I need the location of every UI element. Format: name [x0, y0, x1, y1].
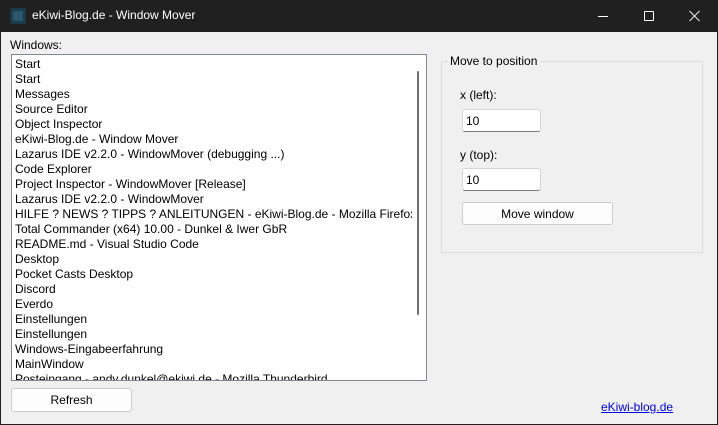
- list-item[interactable]: Lazarus IDE v2.2.0 - WindowMover: [15, 192, 412, 207]
- list-item[interactable]: Windows-Eingabeerfahrung: [15, 342, 412, 357]
- list-item[interactable]: Discord: [15, 282, 412, 297]
- maximize-button[interactable]: [626, 0, 672, 32]
- title-bar: eKiwi-Blog.de - Window Mover: [0, 0, 718, 32]
- list-item[interactable]: Pocket Casts Desktop: [15, 267, 412, 282]
- y-top-input[interactable]: [462, 168, 541, 191]
- list-item[interactable]: Project Inspector - WindowMover [Release…: [15, 177, 412, 192]
- list-item[interactable]: Start: [15, 57, 412, 72]
- list-item[interactable]: Everdo: [15, 297, 412, 312]
- list-item[interactable]: Desktop: [15, 252, 412, 267]
- list-item[interactable]: Code Explorer: [15, 162, 412, 177]
- group-title: Move to position: [447, 54, 541, 68]
- client-area: Windows: Start Start Messages Source Editor…: [1, 32, 717, 424]
- list-item[interactable]: Total Commander (x64) 10.00 - Dunkel & I…: [15, 222, 412, 237]
- move-to-position-group: Move to position x (left): y (top): Move…: [441, 54, 703, 253]
- app-icon: [10, 8, 26, 24]
- window-title: eKiwi-Blog.de - Window Mover: [32, 8, 196, 22]
- list-item[interactable]: Einstellungen: [15, 327, 412, 342]
- minimize-button[interactable]: [580, 0, 626, 32]
- close-icon: [689, 10, 701, 22]
- windows-list-items: Start Start Messages Source Editor Object In…: [15, 57, 412, 380]
- list-item[interactable]: Source Editor: [15, 102, 412, 117]
- maximize-icon: [644, 11, 654, 21]
- list-item[interactable]: eKiwi-Blog.de - Window Mover: [15, 132, 412, 147]
- move-window-button[interactable]: Move window: [462, 202, 613, 225]
- close-button[interactable]: [672, 0, 718, 32]
- list-item[interactable]: README.md - Visual Studio Code: [15, 237, 412, 252]
- list-item[interactable]: Object Inspector: [15, 117, 412, 132]
- refresh-button[interactable]: Refresh: [11, 388, 132, 412]
- x-left-label: x (left):: [460, 88, 497, 102]
- y-top-label: y (top):: [460, 148, 498, 162]
- list-item[interactable]: Posteingang - andy.dunkel@ekiwi.de - Moz…: [15, 372, 412, 380]
- minimize-icon: [598, 15, 608, 17]
- list-item[interactable]: Lazarus IDE v2.2.0 - WindowMover (debugg…: [15, 147, 412, 162]
- list-item[interactable]: Einstellungen: [15, 312, 412, 327]
- list-item[interactable]: MainWindow: [15, 357, 412, 372]
- ekiwi-blog-link[interactable]: eKiwi-blog.de: [601, 400, 673, 414]
- list-item[interactable]: Messages: [15, 87, 412, 102]
- x-left-input[interactable]: [462, 109, 541, 132]
- list-item[interactable]: HILFE ? NEWS ? TIPPS ? ANLEITUNGEN - eKi…: [15, 207, 412, 222]
- windows-label: Windows:: [10, 38, 63, 52]
- windows-listbox[interactable]: Start Start Messages Source Editor Object In…: [11, 54, 427, 381]
- scrollbar-thumb[interactable]: [417, 71, 419, 315]
- listbox-scrollbar[interactable]: [412, 55, 426, 380]
- list-item[interactable]: Start: [15, 72, 412, 87]
